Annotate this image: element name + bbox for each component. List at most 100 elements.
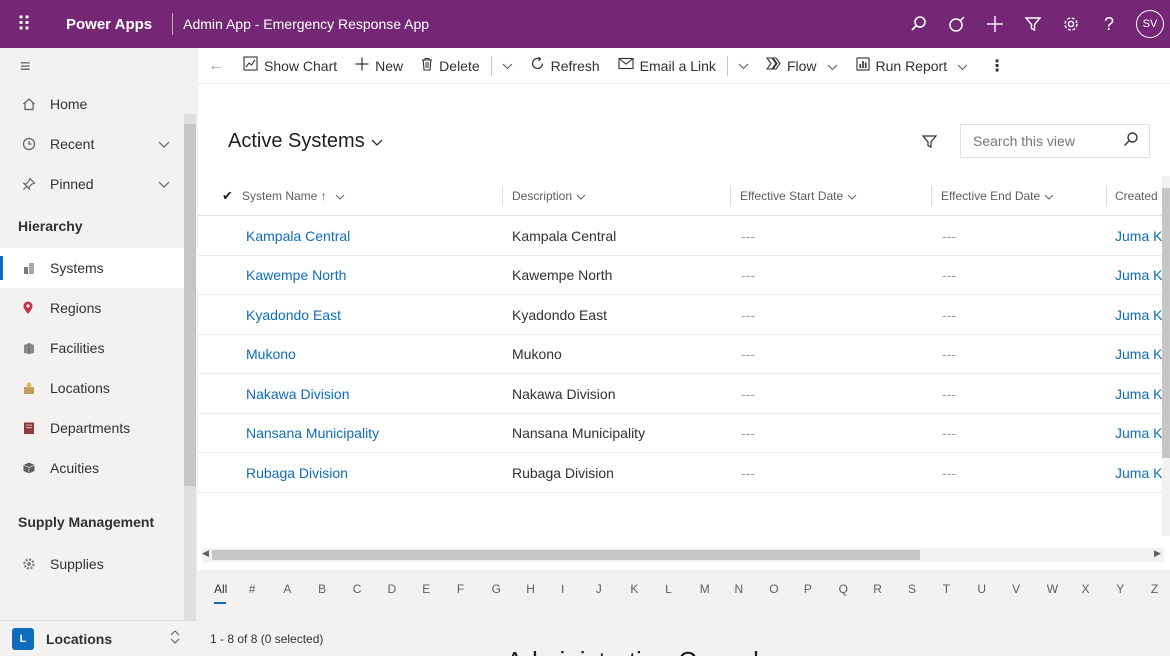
app-launcher-icon[interactable]: ⠿ xyxy=(0,0,48,48)
help-icon[interactable]: ? xyxy=(1090,0,1128,48)
table-row[interactable]: Kawempe North Kawempe North --- --- Juma… xyxy=(198,256,1164,295)
sidebar-scrollbar-thumb[interactable] xyxy=(184,124,196,486)
jump-letter-u[interactable]: U xyxy=(977,582,986,596)
jump-letter-hash[interactable]: # xyxy=(249,582,256,596)
search-view-box[interactable] xyxy=(960,124,1150,158)
jump-letter-p[interactable]: P xyxy=(804,582,812,596)
sidebar-item-locations[interactable]: Locations xyxy=(0,368,198,408)
table-row[interactable]: Mukono Mukono --- --- Juma Kis xyxy=(198,335,1164,374)
grid-vertical-scrollbar-thumb[interactable] xyxy=(1162,188,1170,458)
created-by-link[interactable]: Juma Kis xyxy=(1115,374,1164,413)
flow-button[interactable]: Flow xyxy=(757,48,847,84)
column-header-effective-start-date[interactable]: Effective Start Date xyxy=(740,176,857,216)
created-by-link[interactable]: Juma Kis xyxy=(1115,335,1164,374)
system-name-link[interactable]: Kawempe North xyxy=(246,256,346,295)
hamburger-icon[interactable]: ≡ xyxy=(0,48,198,84)
search-icon[interactable] xyxy=(1123,131,1139,152)
view-selector[interactable]: Active Systems xyxy=(228,130,383,153)
system-name-link[interactable]: Nansana Municipality xyxy=(246,414,379,453)
sidebar-item-systems[interactable]: Systems xyxy=(0,248,198,288)
column-header-description[interactable]: Description xyxy=(512,176,586,216)
jump-letter-z[interactable]: Z xyxy=(1151,582,1158,596)
column-header-system-name[interactable]: System Name ↑ xyxy=(242,176,345,216)
jump-letter-m[interactable]: M xyxy=(700,582,710,596)
table-row[interactable]: Nakawa Division Nakawa Division --- --- … xyxy=(198,374,1164,414)
assistant-icon[interactable] xyxy=(938,0,976,48)
jump-letter-n[interactable]: N xyxy=(735,582,744,596)
jump-letter-b[interactable]: B xyxy=(318,582,326,596)
jump-letter-y[interactable]: Y xyxy=(1116,582,1124,596)
chevron-down-icon[interactable] xyxy=(158,137,170,152)
chevron-down-icon[interactable] xyxy=(730,59,757,73)
jump-letter-w[interactable]: W xyxy=(1047,582,1058,596)
jump-letter-i[interactable]: I xyxy=(561,582,564,596)
table-row[interactable]: Nansana Municipality Nansana Municipalit… xyxy=(198,414,1164,453)
sidebar-item-regions[interactable]: Regions xyxy=(0,288,198,328)
jump-letter-q[interactable]: Q xyxy=(839,582,848,596)
sidebar-item-pinned[interactable]: Pinned xyxy=(0,164,198,204)
jump-letter-h[interactable]: H xyxy=(526,582,535,596)
created-by-link[interactable]: Juma Kis xyxy=(1115,295,1164,334)
add-icon[interactable] xyxy=(976,0,1014,48)
run-report-button[interactable]: Run Report xyxy=(847,48,978,84)
system-name-link[interactable]: Kampala Central xyxy=(246,216,350,255)
filter-icon[interactable] xyxy=(1014,0,1052,48)
jump-letter-s[interactable]: S xyxy=(908,582,916,596)
search-icon[interactable] xyxy=(900,0,938,48)
jump-letter-c[interactable]: C xyxy=(353,582,362,596)
settings-icon[interactable] xyxy=(1052,0,1090,48)
scroll-right-arrow-icon[interactable]: ▶ xyxy=(1154,548,1161,559)
avatar[interactable]: SV xyxy=(1136,10,1164,38)
area-switcher[interactable]: L Locations xyxy=(0,620,198,656)
column-divider[interactable] xyxy=(1106,186,1107,206)
jump-letter-r[interactable]: R xyxy=(873,582,882,596)
system-name-link[interactable]: Mukono xyxy=(246,335,296,374)
jump-letter-d[interactable]: D xyxy=(388,582,397,596)
column-divider[interactable] xyxy=(931,186,932,206)
chevron-down-icon[interactable] xyxy=(158,177,170,192)
jump-letter-x[interactable]: X xyxy=(1082,582,1090,596)
sidebar-item-departments[interactable]: Departments xyxy=(0,408,198,448)
jump-letter-f[interactable]: F xyxy=(457,582,464,596)
jump-letter-a[interactable]: A xyxy=(283,582,291,596)
column-divider[interactable] xyxy=(730,186,731,206)
sidebar-item-home[interactable]: Home xyxy=(0,84,198,124)
jump-letter-o[interactable]: O xyxy=(769,582,778,596)
system-name-link[interactable]: Rubaga Division xyxy=(246,453,348,492)
jump-letter-g[interactable]: G xyxy=(492,582,501,596)
created-by-link[interactable]: Juma Kis xyxy=(1115,256,1164,295)
scroll-left-arrow-icon[interactable]: ◀ xyxy=(202,548,209,559)
created-by-link[interactable]: Juma Kis xyxy=(1115,453,1164,492)
created-by-link[interactable]: Juma Kis xyxy=(1115,414,1164,453)
jump-letter-e[interactable]: E xyxy=(422,582,430,596)
sidebar-item-acuities[interactable]: Acuities xyxy=(0,448,198,488)
system-name-link[interactable]: Nakawa Division xyxy=(246,374,349,413)
show-chart-button[interactable]: Show Chart xyxy=(234,48,346,84)
sidebar-item-recent[interactable]: Recent xyxy=(0,124,198,164)
jump-letter-l[interactable]: L xyxy=(665,582,672,596)
created-by-link[interactable]: Juma Kis xyxy=(1115,216,1164,255)
column-header-effective-end-date[interactable]: Effective End Date xyxy=(941,176,1054,216)
refresh-button[interactable]: Refresh xyxy=(521,48,609,84)
table-row[interactable]: Rubaga Division Rubaga Division --- --- … xyxy=(198,453,1164,493)
sidebar-item-facilities[interactable]: Facilities xyxy=(0,328,198,368)
email-link-button[interactable]: Email a Link xyxy=(609,48,725,84)
table-row[interactable]: Kyadondo East Kyadondo East --- --- Juma… xyxy=(198,295,1164,335)
jump-letter-k[interactable]: K xyxy=(630,582,638,596)
sidebar-item-supplies[interactable]: Supplies xyxy=(0,544,198,584)
back-arrow-icon[interactable]: ← xyxy=(198,57,234,75)
search-input[interactable] xyxy=(961,125,1101,157)
select-all-checkmark-icon[interactable]: ✔ xyxy=(222,176,233,216)
jump-letter-j[interactable]: J xyxy=(596,582,602,596)
brand-name[interactable]: Power Apps xyxy=(48,16,162,33)
column-header-created-by[interactable]: Created B xyxy=(1115,176,1161,216)
jump-letter-all[interactable]: All xyxy=(214,582,227,596)
chevron-down-icon[interactable] xyxy=(494,59,521,73)
delete-button[interactable]: Delete xyxy=(412,48,488,84)
grid-horizontal-scrollbar-thumb[interactable] xyxy=(212,550,920,560)
new-button[interactable]: New xyxy=(346,48,412,84)
more-commands-icon[interactable]: ⋮ xyxy=(977,48,1017,84)
jump-letter-t[interactable]: T xyxy=(943,582,950,596)
table-row[interactable]: Kampala Central Kampala Central --- --- … xyxy=(198,216,1164,256)
system-name-link[interactable]: Kyadondo East xyxy=(246,295,341,334)
